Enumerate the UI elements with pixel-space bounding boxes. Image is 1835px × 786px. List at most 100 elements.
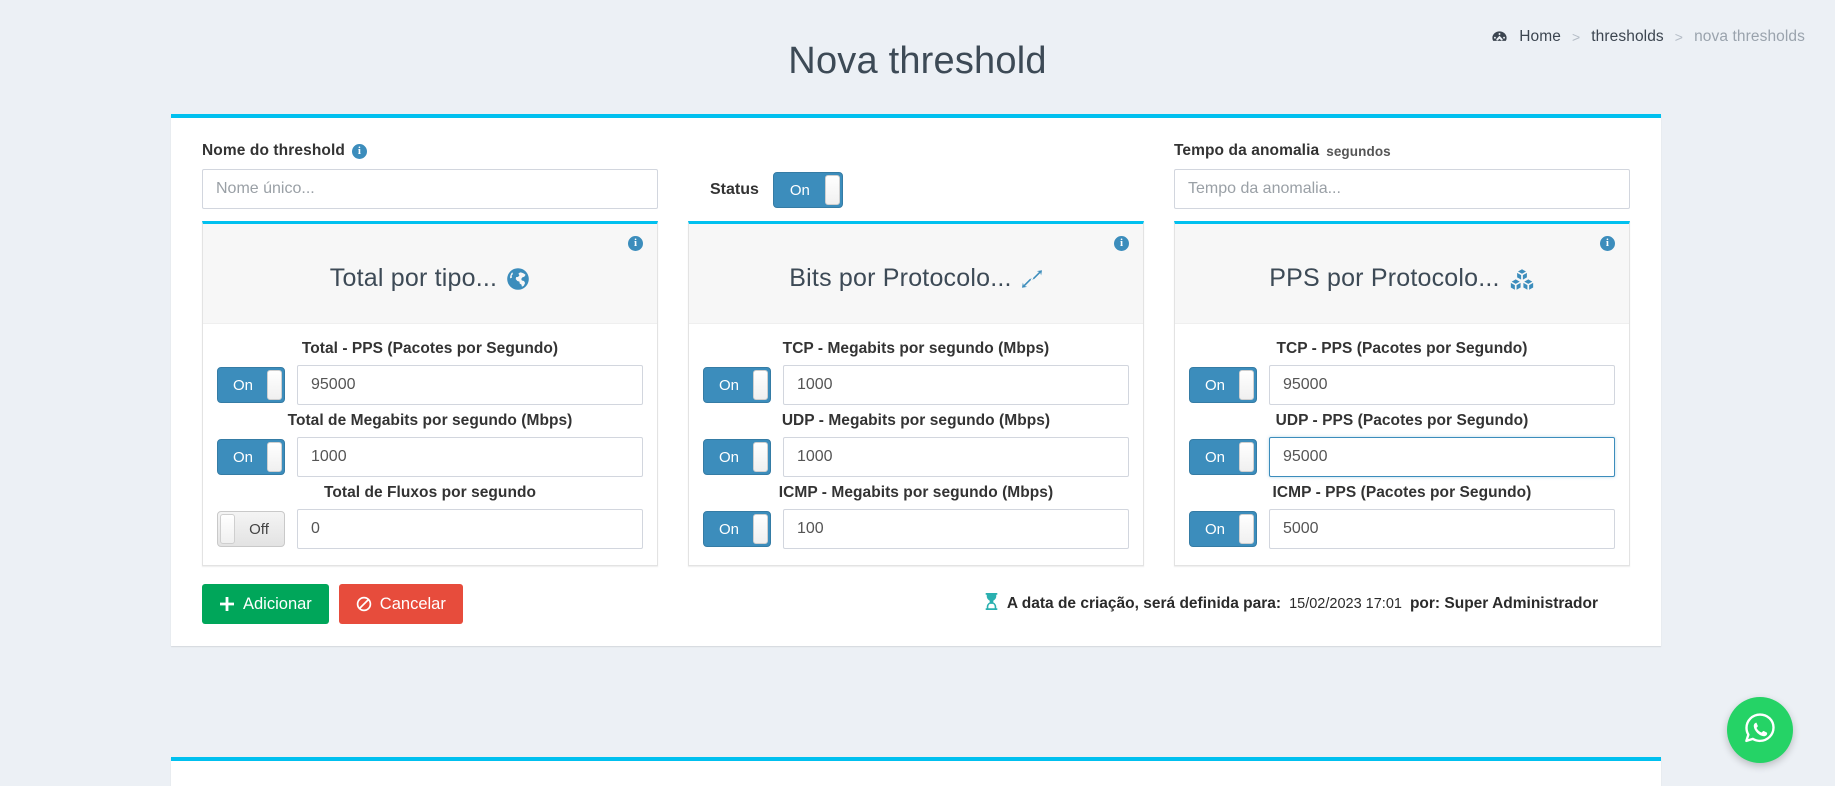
row-label: Total - PPS (Pacotes por Segundo) <box>301 340 559 357</box>
toggle-knob <box>1238 370 1254 400</box>
row-control: On <box>1188 437 1615 477</box>
panel-body: TCP - PPS (Pacotes por Segundo) On UDP -… <box>1175 324 1629 565</box>
row-control: On <box>702 437 1129 477</box>
panel-body: TCP - Megabits por segundo (Mbps) On UDP… <box>689 324 1143 565</box>
row-control: On <box>1188 509 1615 549</box>
panels-row: i Total por tipo... Total - PPS (Pacotes… <box>187 213 1645 566</box>
cubes-icon <box>1509 267 1535 291</box>
anomaly-time-label-suffix: segundos <box>1326 143 1391 159</box>
row-toggle-label: On <box>718 448 739 466</box>
row-control: On <box>1188 365 1615 405</box>
threshold-form-card: Nome do threshold i Status On Tempo da a… <box>171 114 1661 646</box>
panel-total-por-tipo: i Total por tipo... Total - PPS (Pacotes… <box>202 221 658 566</box>
toggle-knob <box>824 175 840 205</box>
creation-note-date: 15/02/2023 17:01 <box>1289 596 1402 612</box>
row-label: Total de Fluxos por segundo <box>323 484 537 501</box>
toggle-knob <box>752 514 768 544</box>
row-toggle[interactable]: On <box>217 367 285 403</box>
top-form-row: Nome do threshold i Status On Tempo da a… <box>187 136 1645 213</box>
info-icon[interactable]: i <box>627 236 643 251</box>
row-value-input[interactable] <box>297 365 643 405</box>
anomaly-time-label-text: Tempo da anomalia <box>1173 142 1320 159</box>
row-label: TCP - PPS (Pacotes por Segundo) <box>1276 340 1528 357</box>
status-field-group: Status On <box>673 142 1159 208</box>
info-icon[interactable]: i <box>351 143 367 159</box>
panel-wrap-total: i Total por tipo... Total - PPS (Pacotes… <box>187 221 673 566</box>
row-toggle[interactable]: On <box>702 511 771 547</box>
panel-wrap-pps: i PPS por Protocolo... TCP - PPS (Pacote… <box>1159 221 1645 566</box>
row-toggle[interactable]: On <box>1188 439 1257 475</box>
panel-pps-por-protocolo: i PPS por Protocolo... TCP - PPS (Pacote… <box>1173 221 1630 566</box>
toggle-knob <box>220 514 235 544</box>
row-toggle[interactable]: Off <box>217 511 285 547</box>
name-field-label-text: Nome do threshold <box>202 142 345 159</box>
row-control: Off <box>217 509 643 549</box>
row-control: On <box>702 509 1129 549</box>
row-value-input[interactable] <box>297 509 643 549</box>
row-toggle[interactable]: On <box>1188 511 1257 547</box>
creation-note-prefix: A data de criação, será definida para: <box>1006 595 1282 612</box>
row-control: On <box>217 365 643 405</box>
row-toggle[interactable]: On <box>702 367 771 403</box>
panel-title: PPS por Protocolo... <box>1269 264 1535 293</box>
threshold-name-input[interactable] <box>202 169 658 209</box>
panel-title-text: Total por tipo... <box>329 264 498 292</box>
whatsapp-icon <box>1740 708 1780 753</box>
page-title: Nova threshold <box>788 40 1047 82</box>
row-value-input[interactable] <box>297 437 643 477</box>
row-toggle-label: On <box>1204 376 1225 394</box>
toggle-knob <box>267 442 282 472</box>
row-toggle[interactable]: On <box>1188 367 1257 403</box>
hourglass-icon <box>984 592 999 616</box>
toggle-knob <box>1238 442 1254 472</box>
globe-icon <box>506 267 530 291</box>
card-footer: Adicionar Cancelar A data de criação, se… <box>187 566 1645 634</box>
panel-wrap-bits: i Bits por Protocolo... TCP - Megabits p… <box>673 221 1159 566</box>
row-label: ICMP - PPS (Pacotes por Segundo) <box>1272 484 1532 501</box>
name-field-label: Nome do threshold i <box>202 142 658 160</box>
row-toggle[interactable]: On <box>217 439 285 475</box>
row-value-input[interactable] <box>782 365 1129 405</box>
cancel-button-label: Cancelar <box>379 594 446 613</box>
creation-note: A data de criação, será definida para: 1… <box>984 592 1630 616</box>
info-icon[interactable]: i <box>1599 236 1615 251</box>
panel-title-text: PPS por Protocolo... <box>1269 264 1500 292</box>
action-button-group: Adicionar Cancelar <box>202 584 463 624</box>
panel-bits-por-protocolo: i Bits por Protocolo... TCP - Megabits p… <box>687 221 1144 566</box>
compress-arrows-icon <box>1021 268 1043 290</box>
anomaly-time-label: Tempo da anomalia segundos <box>1174 142 1630 160</box>
plus-icon <box>219 596 235 612</box>
row-toggle-label: Off <box>249 520 269 538</box>
status-toggle-label: On <box>789 181 810 199</box>
row-value-input[interactable] <box>782 509 1129 549</box>
panel-header: i Total por tipo... <box>203 224 657 324</box>
cancel-button[interactable]: Cancelar <box>338 584 463 624</box>
panel-title: Bits por Protocolo... <box>789 264 1042 293</box>
row-value-input[interactable] <box>1268 509 1615 549</box>
info-icon[interactable]: i <box>1113 236 1129 251</box>
panel-title-text: Bits por Protocolo... <box>789 264 1012 292</box>
row-toggle-label: On <box>718 376 739 394</box>
row-label: ICMP - Megabits por segundo (Mbps) <box>778 484 1054 501</box>
panel-title: Total por tipo... <box>330 264 530 293</box>
row-label: UDP - Megabits por segundo (Mbps) <box>781 412 1051 429</box>
anomaly-time-field-group: Tempo da anomalia segundos <box>1159 142 1645 209</box>
ban-icon <box>356 596 372 612</box>
row-value-input[interactable] <box>782 437 1129 477</box>
anomaly-time-input[interactable] <box>1173 169 1630 209</box>
whatsapp-button[interactable] <box>1727 697 1793 763</box>
row-toggle-label: On <box>232 376 253 394</box>
row-toggle-label: On <box>718 520 739 538</box>
next-card-peek <box>171 757 1661 786</box>
row-toggle-label: On <box>1204 520 1225 538</box>
row-value-input[interactable] <box>1268 365 1615 405</box>
add-button[interactable]: Adicionar <box>202 584 329 624</box>
row-toggle-label: On <box>232 448 253 466</box>
toggle-knob <box>752 442 768 472</box>
status-toggle[interactable]: On <box>772 172 843 208</box>
panel-body: Total - PPS (Pacotes por Segundo) On Tot… <box>203 324 657 565</box>
row-value-input-focused[interactable] <box>1268 437 1615 477</box>
row-label: Total de Megabits por segundo (Mbps) <box>287 412 573 429</box>
row-label: UDP - PPS (Pacotes por Segundo) <box>1275 412 1529 429</box>
row-toggle[interactable]: On <box>702 439 771 475</box>
